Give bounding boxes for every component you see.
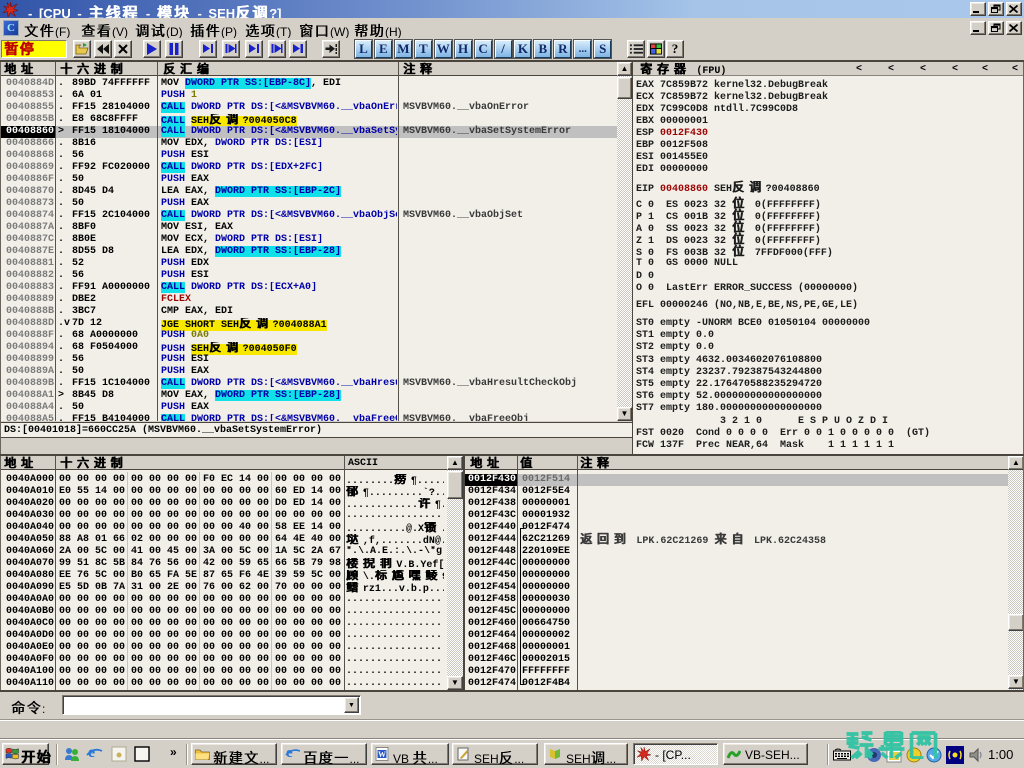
svg-text:W: W [378,750,386,759]
